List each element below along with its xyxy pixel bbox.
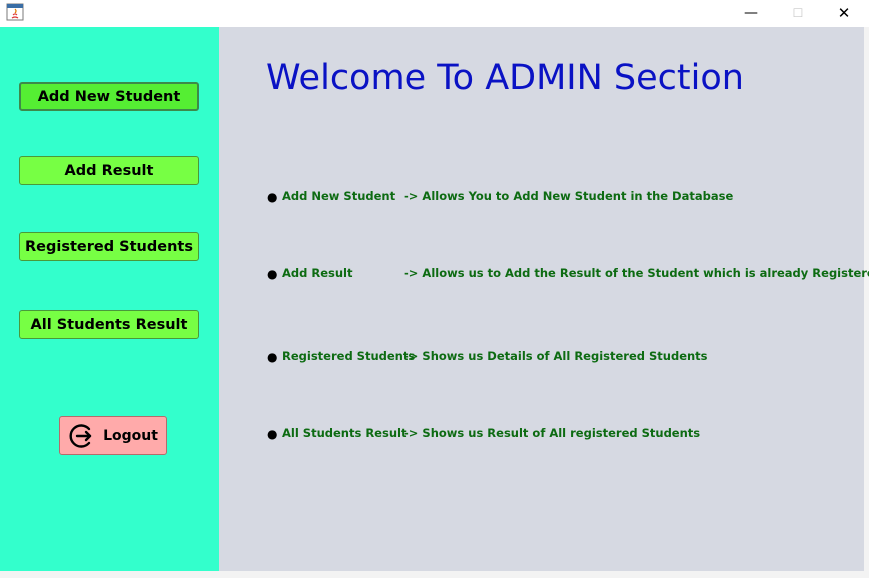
content-panel — [219, 27, 864, 571]
list-bullet: ● — [267, 427, 278, 441]
window-border-right — [864, 27, 869, 578]
item-description: -> Allows us to Add the Result of the St… — [404, 266, 869, 280]
close-button[interactable]: ✕ — [821, 0, 867, 26]
list-bullet: ● — [267, 350, 278, 364]
logout-button[interactable]: Logout — [59, 416, 167, 455]
item-name: All Students Result — [282, 426, 407, 440]
item-description: -> Shows us Details of All Registered St… — [404, 349, 708, 363]
logout-icon — [68, 421, 98, 451]
item-description: -> Allows You to Add New Student in the … — [404, 189, 734, 203]
item-description: -> Shows us Result of All registered Stu… — [404, 426, 701, 440]
java-app-icon — [6, 3, 24, 21]
list-bullet: ● — [267, 267, 278, 281]
logout-label: Logout — [103, 427, 158, 444]
item-name: Add Result — [282, 266, 353, 280]
item-name: Registered Students — [282, 349, 416, 363]
window-border-bottom — [0, 571, 864, 578]
registered-students-button[interactable]: Registered Students — [19, 232, 199, 261]
title-bar: — ☐ ✕ — [0, 0, 869, 26]
add-new-student-button[interactable]: Add New Student — [19, 82, 199, 111]
minimize-button[interactable]: — — [728, 0, 774, 26]
maximize-button[interactable]: ☐ — [775, 0, 821, 26]
add-result-button[interactable]: Add Result — [19, 156, 199, 185]
list-bullet: ● — [267, 190, 278, 204]
item-name: Add New Student — [282, 189, 396, 203]
all-students-result-button[interactable]: All Students Result — [19, 310, 199, 339]
page-title: Welcome To ADMIN Section — [266, 58, 744, 98]
